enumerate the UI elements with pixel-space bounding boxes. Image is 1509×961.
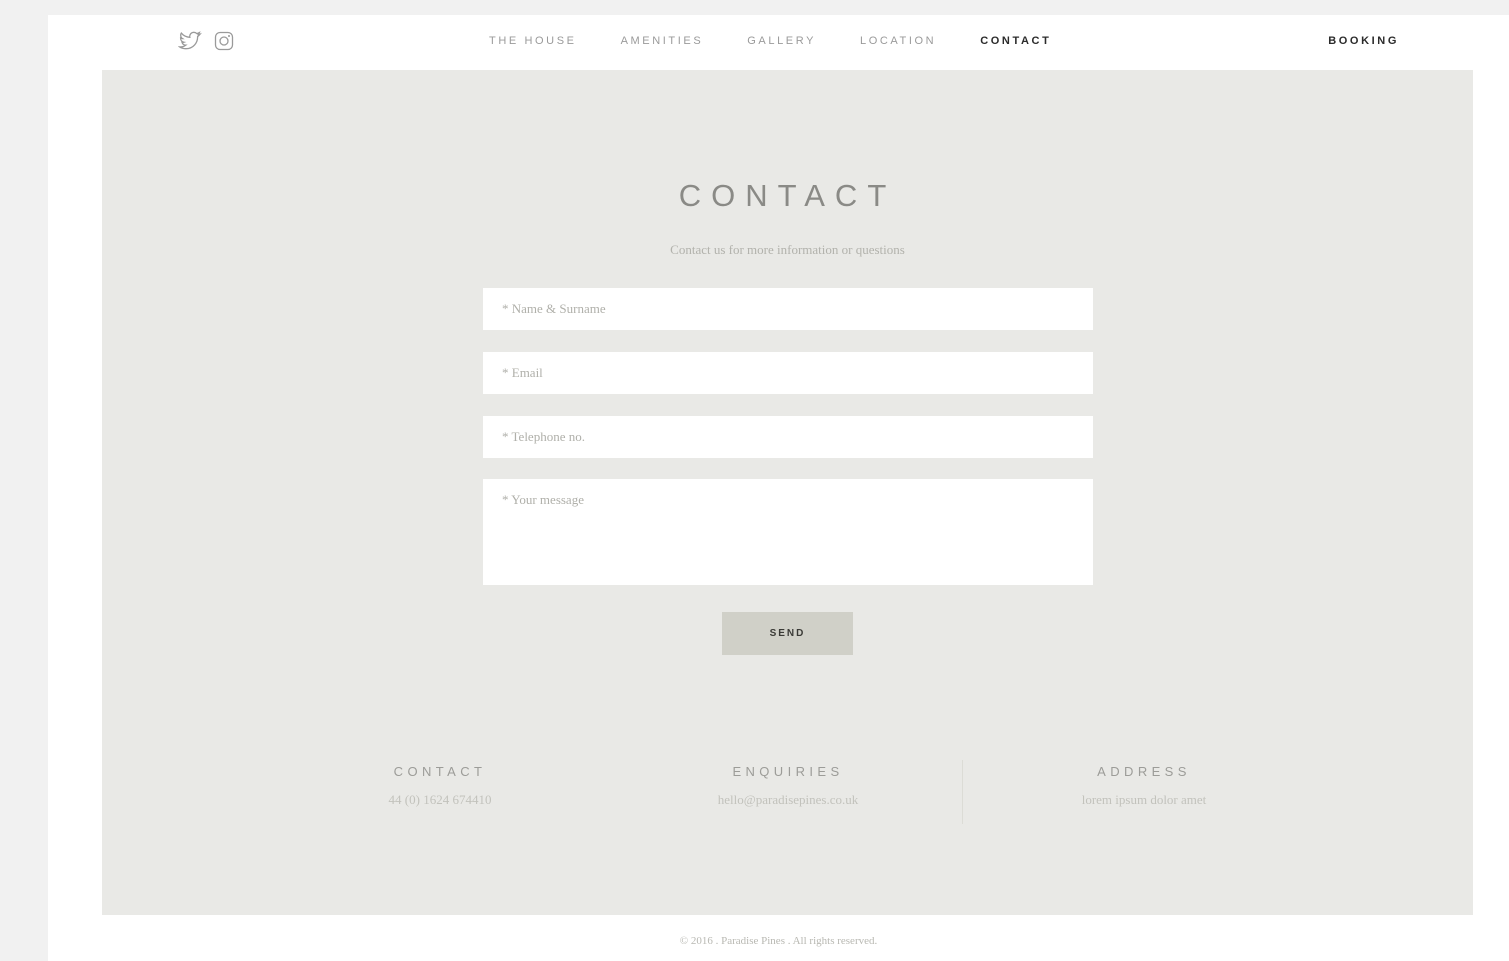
address-info-value: lorem ipsum dolor amet: [1081, 792, 1207, 807]
main-nav: THE HOUSE AMENITIES GALLERY LOCATION CON…: [489, 35, 1095, 47]
enquiries-info-label: ENQUIRIES: [732, 764, 844, 779]
address-info-label: ADDRESS: [1097, 764, 1191, 779]
nav-item-location[interactable]: LOCATION: [860, 35, 936, 47]
page-title: CONTACT: [678, 178, 897, 213]
booking-link[interactable]: BOOKING: [1328, 35, 1399, 47]
nav-item-the-house[interactable]: THE HOUSE: [489, 35, 577, 47]
address-info: ADDRESS lorem ipsum dolor amet: [994, 764, 1294, 808]
telephone-field[interactable]: [483, 416, 1093, 458]
info-divider: [962, 760, 963, 824]
nav-item-gallery[interactable]: GALLERY: [747, 35, 816, 47]
nav-item-contact[interactable]: CONTACT: [980, 35, 1051, 47]
page: THE HOUSE AMENITIES GALLERY LOCATION CON…: [48, 15, 1509, 961]
enquiries-info-email[interactable]: hello@paradisepines.co.uk: [638, 792, 938, 808]
email-field[interactable]: [483, 352, 1093, 394]
contact-panel: CONTACT Contact us for more information …: [102, 70, 1473, 915]
contact-info-label: CONTACT: [393, 764, 487, 779]
nav-item-amenities[interactable]: AMENITIES: [621, 35, 704, 47]
instagram-icon[interactable]: [214, 31, 234, 51]
page-subtitle: Contact us for more information or quest…: [670, 242, 905, 257]
contact-info: CONTACT 44 (0) 1624 674410: [290, 764, 590, 808]
name-field[interactable]: [483, 288, 1093, 330]
message-field[interactable]: [483, 479, 1093, 585]
site-header: THE HOUSE AMENITIES GALLERY LOCATION CON…: [48, 15, 1509, 70]
enquiries-info: ENQUIRIES hello@paradisepines.co.uk: [638, 764, 938, 808]
footer-copyright: © 2016 . Paradise Pines . All rights res…: [679, 935, 878, 947]
contact-info-phone: 44 (0) 1624 674410: [388, 792, 492, 807]
twitter-icon[interactable]: [178, 31, 202, 51]
send-button[interactable]: SEND: [722, 612, 853, 655]
social-links: [178, 31, 234, 51]
